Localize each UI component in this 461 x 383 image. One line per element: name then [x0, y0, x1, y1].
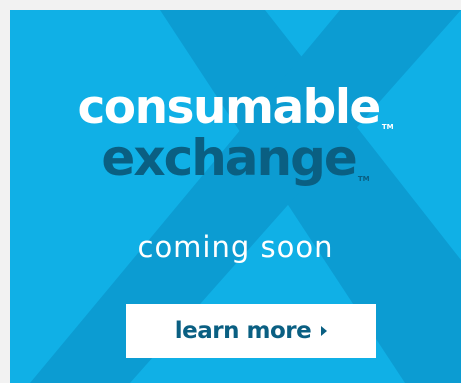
headline: consumable TM exchange TM	[10, 84, 461, 183]
trademark-mark: TM	[357, 175, 370, 183]
trademark-mark: TM	[381, 123, 394, 131]
caret-right-icon	[321, 326, 328, 336]
learn-more-button[interactable]: learn more	[126, 304, 376, 358]
learn-more-label: learn more	[174, 318, 312, 344]
headline-consumable: consumable	[77, 80, 381, 135]
consumable-exchange-banner[interactable]: consumable TM exchange TM coming soon lear…	[10, 10, 461, 383]
headline-exchange: exchange	[101, 129, 357, 187]
tagline: coming soon	[137, 230, 334, 264]
